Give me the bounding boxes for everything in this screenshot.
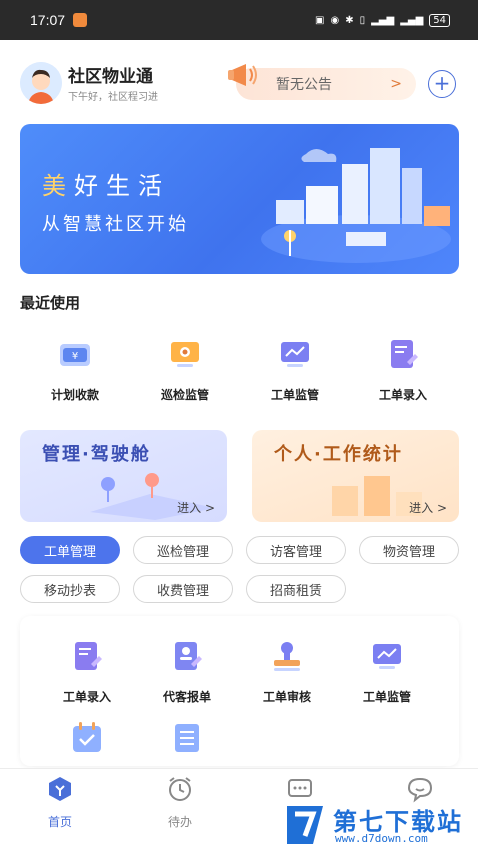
workorder-monitor-icon	[373, 644, 401, 669]
card-title: 管理·驾驶舱	[42, 444, 151, 465]
tab-workorder-management[interactable]: 工单管理	[20, 536, 120, 564]
recent-item-label: 工单录入	[378, 388, 427, 402]
nav-todo[interactable]: 待办	[140, 775, 220, 830]
message-icon	[288, 779, 312, 797]
status-time: 17:07	[30, 12, 66, 28]
function-panel: 工单录入 代客报单 工单审核 工单监管	[20, 616, 459, 766]
recent-section-title: 最近使用	[20, 294, 81, 312]
notification-icon	[73, 13, 88, 27]
home-icon	[49, 777, 71, 801]
recent-item-label: 计划收款	[50, 388, 99, 402]
list-icon	[175, 724, 199, 752]
svg-text:¥: ¥	[72, 351, 78, 362]
nav-label: 首页	[47, 815, 72, 829]
site-watermark: 第七下载站 www.d7down.com	[283, 802, 473, 848]
nfc-icon: ▣	[315, 14, 325, 26]
notice-text: 暂无公告	[276, 77, 332, 93]
function-workorder-monitor[interactable]: 工单监管	[342, 638, 432, 705]
tab-material-management[interactable]: 物资管理	[359, 536, 459, 564]
function-label: 工单监管	[362, 690, 411, 704]
clock-icon	[169, 777, 191, 801]
megaphone-icon	[228, 64, 257, 86]
bluetooth-icon: ✱	[345, 14, 354, 26]
recent-item-label: 工单监管	[270, 388, 319, 402]
app-header: 社区物业通 下午好，社区程习进 暂无公告 > +	[0, 40, 478, 120]
chevron-right-icon: >	[390, 76, 402, 92]
management-cockpit-card[interactable]: 管理·驾驶舱 进入 >	[20, 430, 227, 522]
tab-leasing[interactable]: 招商租赁	[246, 575, 346, 603]
enter-link[interactable]: 进入 >	[409, 499, 447, 516]
proxy-report-icon	[175, 642, 202, 670]
recent-item-label: 巡检监管	[160, 388, 209, 402]
recent-item-workorder-monitor[interactable]: 工单监管	[250, 336, 340, 403]
workorder-review-icon	[274, 642, 300, 671]
watermark-url: www.d7down.com	[335, 832, 428, 845]
app-title: 社区物业通	[68, 67, 153, 87]
tab-visitor-management[interactable]: 访客管理	[246, 536, 346, 564]
signal-icon: ▂▄▆	[371, 14, 395, 26]
banner-title: 美好生活	[42, 172, 170, 200]
tab-fee-management[interactable]: 收费管理	[133, 575, 233, 603]
plus-circle-icon[interactable]: +	[428, 70, 456, 98]
tab-inspection-management[interactable]: 巡检管理	[133, 536, 233, 564]
function-label: 代客报单	[162, 690, 211, 704]
avatar[interactable]	[20, 62, 62, 104]
workorder-monitor-icon	[281, 342, 309, 367]
workorder-entry-icon	[391, 340, 418, 368]
nav-home[interactable]: 首页	[20, 775, 100, 830]
recent-item-payment-plan[interactable]: ¥ 计划收款	[30, 336, 120, 403]
function-proxy-report[interactable]: 代客报单	[142, 638, 232, 705]
status-bar: 17:07 ▣ ◉ ✱ ▯ ▂▄▆ ▂▄▆ 54	[0, 0, 478, 40]
function-workorder-review[interactable]: 工单审核	[242, 638, 332, 705]
status-icons: ▣ ◉ ✱ ▯ ▂▄▆ ▂▄▆ 54	[315, 13, 450, 27]
function-list[interactable]	[142, 720, 232, 760]
payment-plan-icon: ¥	[60, 344, 90, 366]
function-schedule[interactable]	[42, 720, 132, 760]
personal-stats-card[interactable]: 个人·工作统计 进入 >	[252, 430, 459, 522]
recent-item-inspection[interactable]: 巡检监管	[140, 336, 230, 403]
workorder-entry-icon	[75, 642, 102, 670]
vibrate-icon: ▯	[359, 14, 366, 26]
nav-label: 待办	[167, 815, 192, 829]
signal2-icon: ▂▄▆	[400, 14, 424, 26]
function-label: 工单审核	[262, 690, 311, 704]
recent-item-workorder-entry[interactable]: 工单录入	[358, 336, 448, 403]
calendar-check-icon	[73, 722, 101, 752]
enter-link[interactable]: 进入 >	[177, 499, 215, 516]
banner-subtitle: 从智慧社区开始	[42, 214, 189, 235]
greeting-text: 下午好，社区程习进	[68, 92, 158, 103]
chat-icon	[407, 777, 433, 803]
function-workorder-entry[interactable]: 工单录入	[42, 638, 132, 705]
alarm-icon: ◉	[330, 14, 340, 26]
promo-banner[interactable]: 美好生活 从智慧社区开始	[20, 124, 459, 274]
tab-meter-reading[interactable]: 移动抄表	[20, 575, 120, 603]
smart-city-illustration	[261, 148, 451, 263]
watermark-logo-icon	[287, 806, 323, 844]
card-title: 个人·工作统计	[274, 444, 403, 465]
inspection-monitor-icon	[171, 342, 199, 367]
function-label: 工单录入	[62, 690, 111, 704]
battery-icon: 54	[429, 13, 450, 27]
